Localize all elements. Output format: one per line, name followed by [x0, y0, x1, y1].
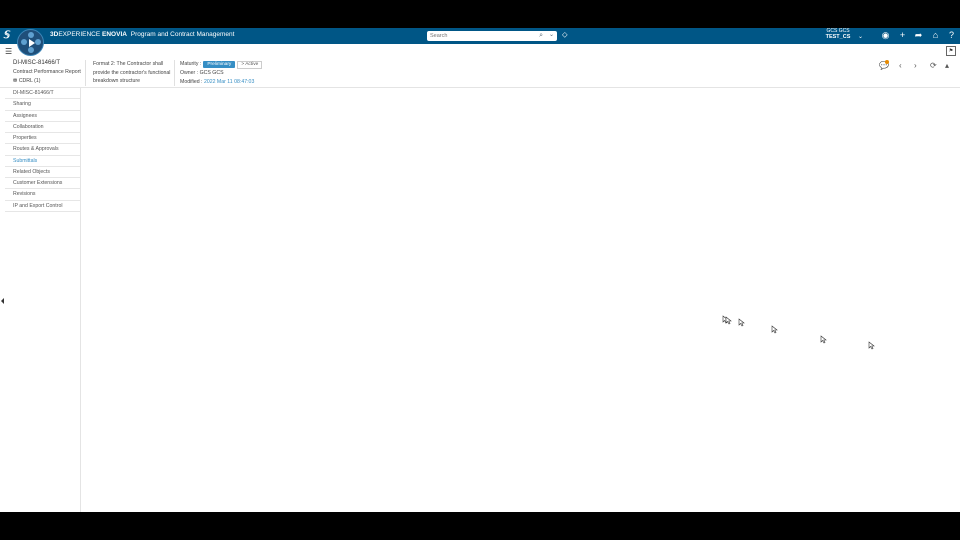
cursor-trail [722, 315, 875, 350]
cursor-icon [820, 335, 827, 344]
compass-icon[interactable] [17, 29, 44, 56]
app-window: 𝕊 3DEXPERIENCE ENOVIA Program and Contra… [0, 28, 960, 512]
cursor-icon [738, 318, 745, 327]
cursor-icon [868, 341, 875, 350]
cursor-icon [771, 325, 778, 334]
